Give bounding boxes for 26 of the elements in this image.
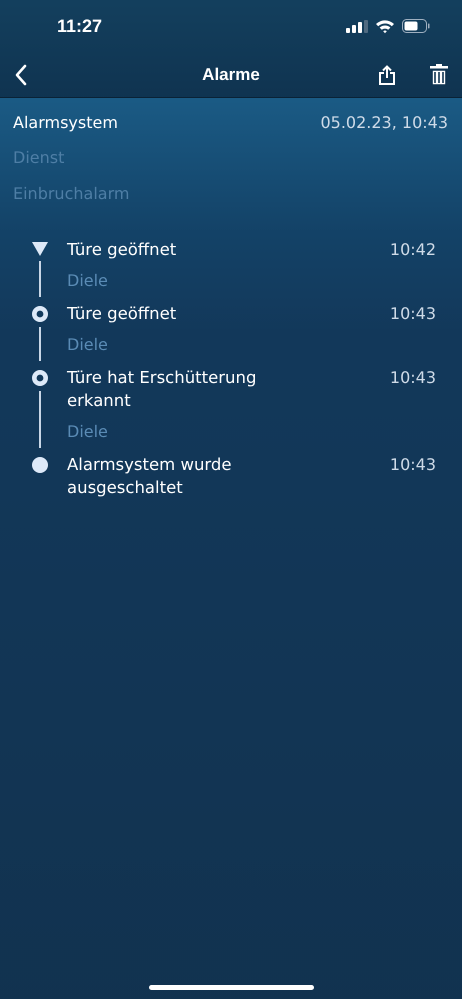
alarm-datetime: 05.02.23, 10:43	[320, 112, 448, 132]
event-time: 10:42	[390, 239, 436, 261]
ring-marker-icon	[32, 306, 48, 322]
event-location: Diele	[67, 270, 109, 292]
event-location: Diele	[67, 334, 109, 356]
alarm-type-label: Einbruchalarm	[13, 183, 130, 205]
event-time: 10:43	[390, 367, 436, 389]
event-title: Türe hat Erschütterung erkannt	[67, 367, 258, 412]
delete-button[interactable]	[428, 62, 450, 87]
event-title: Türe geöffnet	[67, 239, 176, 261]
triangle-marker-icon	[32, 242, 48, 256]
service-label: Dienst	[13, 147, 66, 169]
alarm-system-label: Alarmsystem	[13, 112, 118, 132]
event-time: 10:43	[390, 454, 436, 476]
dot-marker-icon	[32, 457, 48, 473]
wifi-icon	[375, 18, 395, 34]
battery-icon	[402, 19, 430, 33]
event-title: Türe geöffnet	[67, 303, 176, 325]
share-button[interactable]	[376, 62, 398, 86]
event-location: Diele	[67, 421, 109, 443]
page-title: Alarme	[202, 64, 260, 84]
status-time: 11:27	[57, 16, 102, 36]
event-title: Alarmsystem wurde ausgeschaltet	[67, 454, 233, 499]
event-time: 10:43	[390, 303, 436, 325]
signal-icon	[346, 20, 368, 32]
ring-marker-icon	[32, 370, 48, 386]
